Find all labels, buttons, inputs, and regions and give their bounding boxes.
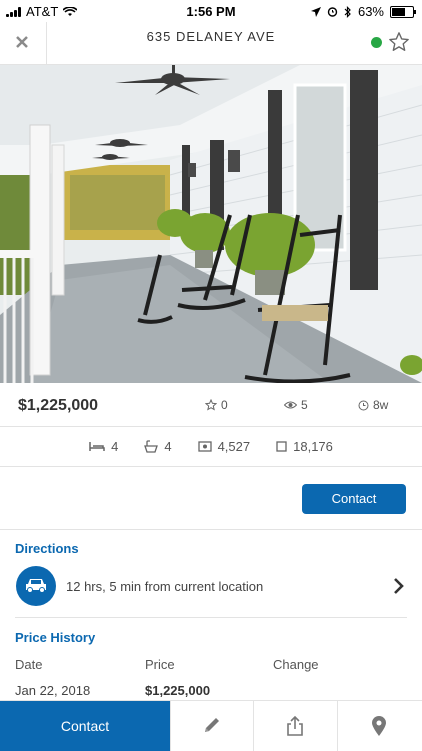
star-outline-icon xyxy=(205,399,217,411)
bottom-action-bar: Contact xyxy=(0,700,422,751)
edit-tab[interactable] xyxy=(170,701,255,751)
section-divider xyxy=(0,529,422,530)
lot-value: 18,176 xyxy=(293,438,333,454)
bed-icon xyxy=(89,441,105,451)
column-price: Price xyxy=(145,657,175,672)
sqft-value: 4,527 xyxy=(217,438,251,454)
status-bar: AT&T 1:56 PM 63% xyxy=(0,0,422,22)
directions-title: Directions xyxy=(15,541,79,556)
porch-image xyxy=(0,65,422,383)
share-tab[interactable] xyxy=(253,701,338,751)
favorites-count: 0 xyxy=(221,398,228,412)
listing-age: 8w xyxy=(373,398,389,412)
age-stat: 8w xyxy=(358,398,388,412)
contact-button[interactable]: Contact xyxy=(302,484,406,514)
location-arrow-icon xyxy=(310,6,321,17)
share-icon xyxy=(287,715,303,736)
map-pin-icon xyxy=(372,716,386,736)
favorite-star-icon[interactable] xyxy=(388,31,410,53)
baths-count: 4 xyxy=(164,438,172,454)
pencil-icon xyxy=(205,718,219,732)
baths-feature: 4 xyxy=(144,438,172,454)
page-title: 635 DELANEY AVE xyxy=(146,29,276,44)
map-tab[interactable] xyxy=(337,701,422,751)
views-stat: 5 xyxy=(284,398,308,412)
favorites-stat: 0 xyxy=(205,398,228,412)
column-date: Date xyxy=(15,657,43,672)
row-price: $1,225,000 xyxy=(145,683,211,698)
alarm-icon xyxy=(327,7,338,17)
status-dot xyxy=(371,37,382,48)
bluetooth-icon xyxy=(344,5,351,18)
eye-icon xyxy=(284,401,297,409)
nav-header: 635 DELANEY AVE xyxy=(0,22,422,65)
listing-stats: $1,225,000 0 5 8w xyxy=(0,384,422,427)
section-divider xyxy=(15,617,407,618)
lot-icon xyxy=(276,440,287,452)
property-photo[interactable] xyxy=(0,65,422,383)
bottom-contact-button[interactable]: Contact xyxy=(0,701,170,751)
features-row: 4 4 4,527 18,176 xyxy=(0,426,422,467)
beds-feature: 4 xyxy=(89,439,118,454)
bath-icon xyxy=(144,439,159,453)
row-date: Jan 22, 2018 xyxy=(15,683,91,698)
views-count: 5 xyxy=(301,398,308,412)
battery-icon xyxy=(390,5,416,18)
beds-count: 4 xyxy=(111,438,119,454)
price-history-title: Price History xyxy=(15,630,96,645)
directions-text: 12 hrs, 5 min from current location xyxy=(66,579,264,594)
battery-percent: 63% xyxy=(357,4,384,19)
area-icon xyxy=(197,440,212,452)
column-change: Change xyxy=(273,657,319,672)
directions-row[interactable]: 12 hrs, 5 min from current location xyxy=(0,566,422,606)
sqft-feature: 4,527 xyxy=(197,438,251,454)
chevron-right-icon xyxy=(394,578,404,594)
car-icon-circle xyxy=(16,566,56,606)
car-icon xyxy=(26,579,46,593)
clock-icon xyxy=(358,400,369,410)
listing-price: $1,225,000 xyxy=(18,397,99,414)
lot-feature: 18,176 xyxy=(276,439,333,454)
